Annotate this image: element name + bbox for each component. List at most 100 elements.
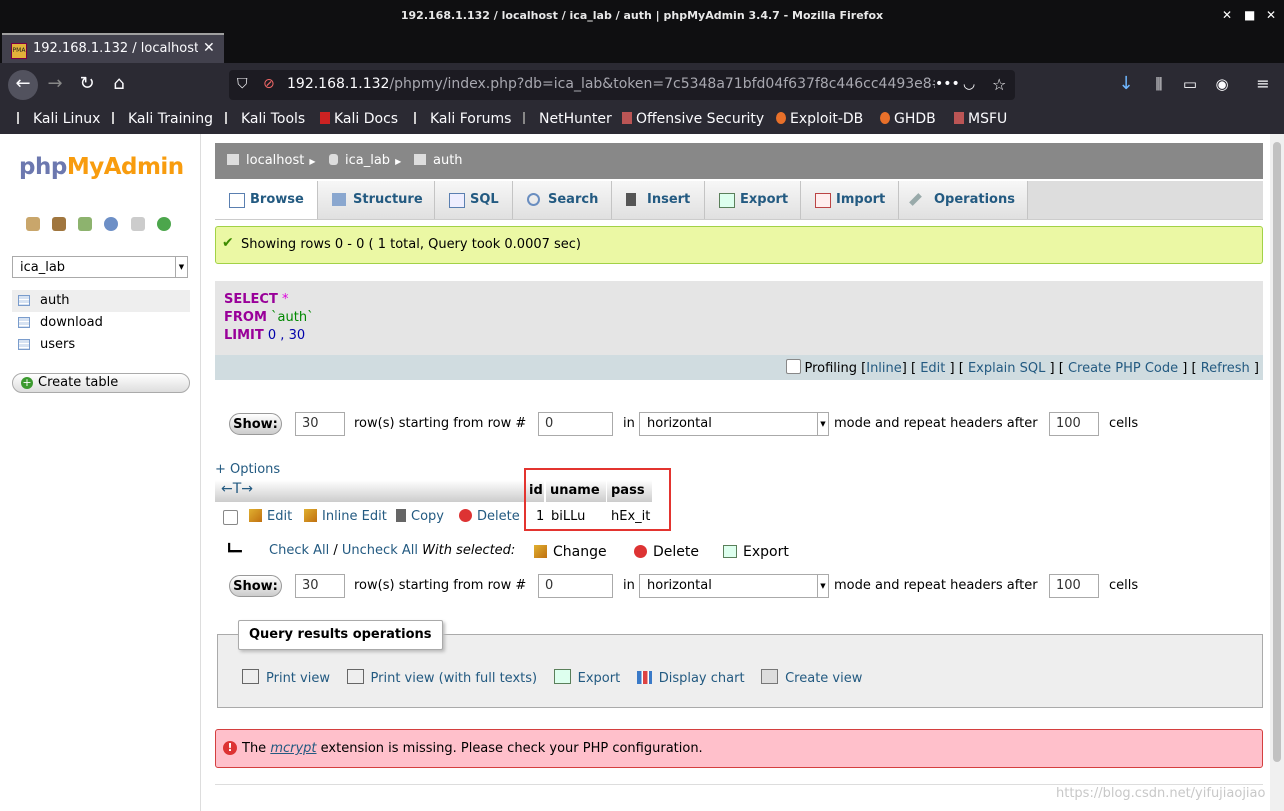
phpmyadmin-logo[interactable]: phpMyAdmin [19, 154, 184, 180]
show-button[interactable]: Show: [229, 575, 282, 597]
home-button[interactable]: ⌂ [104, 70, 134, 100]
account-icon[interactable]: ◉ [1207, 70, 1237, 100]
view-icon [761, 669, 779, 684]
explain-sql-link[interactable]: Explain SQL [968, 361, 1045, 376]
bookmark-kali-forums[interactable]: Kali Forums [414, 111, 511, 127]
show-button[interactable]: Show: [229, 413, 282, 435]
bookmark-star-icon[interactable]: ☆ [992, 75, 1006, 94]
menu-icon[interactable]: ≡ [1248, 70, 1278, 100]
print-view-link[interactable]: Print view [242, 669, 330, 686]
home-icon[interactable] [26, 217, 40, 231]
mcrypt-link[interactable]: mcrypt [270, 741, 316, 756]
bookmark-nethunter[interactable]: NetHunter [523, 111, 612, 127]
maximize-button[interactable]: ■ [1244, 8, 1255, 22]
bookmark-ghdb[interactable]: GHDB [880, 111, 936, 127]
page-actions-icon[interactable]: ••• [935, 76, 960, 92]
rows-input[interactable]: 30 [295, 412, 345, 436]
tab-export[interactable]: Export [705, 181, 801, 219]
table-list: auth download users [12, 290, 190, 356]
create-table-button[interactable]: + Create table [12, 373, 190, 393]
query-window-icon[interactable] [78, 217, 93, 231]
library-icon[interactable]: ⫼ [1144, 70, 1174, 100]
database-select[interactable]: ica_lab ▼ [12, 256, 188, 278]
bookmark-kali-docs[interactable]: Kali Docs [320, 111, 398, 127]
tab-search[interactable]: Search [513, 181, 612, 219]
table-item-download[interactable]: download [12, 312, 190, 334]
offsec-icon [622, 112, 632, 124]
scrollbar-thumb[interactable] [1273, 142, 1281, 762]
back-button[interactable]: ← [8, 70, 38, 100]
bookmark-offensive-security[interactable]: Offensive Security [622, 111, 764, 127]
close-window-button[interactable]: ✕ [1266, 8, 1276, 22]
tab-close-icon[interactable]: ✕ [203, 40, 215, 56]
logout-icon[interactable] [52, 217, 67, 231]
sidebar-toggle-icon[interactable]: ▭ [1175, 70, 1205, 100]
inline-edit-link[interactable]: Inline Edit [304, 509, 387, 524]
breadcrumb-database[interactable]: ica_lab ▶ [329, 153, 401, 168]
browser-tab[interactable]: PMA 192.168.1.132 / localhost ✕ [2, 33, 224, 63]
display-chart-link[interactable]: Display chart [636, 671, 745, 686]
display-mode-select[interactable]: horizontal ▼ [639, 412, 829, 436]
table-icon [18, 317, 30, 328]
reload-button[interactable]: ↻ [72, 70, 102, 100]
breadcrumb-table[interactable]: auth [414, 153, 463, 168]
url-text[interactable]: 192.168.1.132/phpmy/index.php?db=ica_lab… [287, 76, 935, 92]
reload-nav-icon[interactable] [156, 217, 171, 231]
table-item-auth[interactable]: auth [12, 290, 190, 312]
table-icon [18, 339, 30, 350]
check-all-link[interactable]: Check All [269, 543, 329, 558]
downloads-icon[interactable]: ↓ [1111, 70, 1141, 100]
copy-link[interactable]: Copy [396, 509, 444, 524]
sql-query-box: SELECT * FROM `auth` LIMIT 0 , 30 Profil… [215, 281, 1263, 380]
chevron-down-icon: ▼ [175, 257, 187, 277]
tab-import[interactable]: Import [801, 181, 899, 219]
bookmark-msfu[interactable]: MSFU [954, 111, 1007, 127]
url-bar[interactable]: ⛉ ⊘ 192.168.1.132/phpmy/index.php?db=ica… [229, 70, 1015, 100]
edit-link[interactable]: Edit [249, 509, 292, 524]
start-row-input[interactable]: 0 [538, 574, 613, 598]
bookmark-exploit-db[interactable]: Exploit-DB [776, 111, 863, 127]
export-icon [723, 545, 737, 558]
forward-button[interactable]: → [40, 70, 70, 100]
bookmark-kali-tools[interactable]: Kali Tools [225, 111, 305, 127]
bookmark-kali-training[interactable]: Kali Training [112, 111, 213, 127]
column-arrows[interactable]: ←T→ [221, 481, 253, 497]
page-scrollbar[interactable] [1270, 134, 1284, 811]
row-checkbox[interactable] [223, 510, 238, 525]
tab-structure[interactable]: Structure [318, 181, 435, 219]
docs-icon[interactable] [104, 217, 119, 231]
minimize-button[interactable]: ✕ [1222, 8, 1232, 22]
pocket-icon[interactable]: ◡ [963, 76, 975, 92]
start-row-input[interactable]: 0 [538, 412, 613, 436]
page-content: phpMyAdmin ica_lab ▼ auth download users… [0, 134, 1284, 811]
inline-link[interactable]: Inline [866, 361, 902, 376]
export-selected-button[interactable]: Export [723, 544, 789, 560]
delete-selected-button[interactable]: Delete [634, 544, 699, 560]
breadcrumb-server[interactable]: localhost ▶ [227, 153, 316, 168]
bookmark-kali-linux[interactable]: Kali Linux [17, 111, 100, 127]
options-link[interactable]: + Options [215, 462, 280, 477]
tab-operations[interactable]: Operations [899, 181, 1028, 219]
refresh-link[interactable]: Refresh [1201, 361, 1250, 376]
insecure-lock-icon[interactable]: ⊘ [263, 76, 275, 92]
change-button[interactable]: Change [534, 544, 607, 560]
repeat-headers-input[interactable]: 100 [1049, 412, 1099, 436]
create-view-link[interactable]: Create view [761, 669, 862, 686]
edit-sql-link[interactable]: Edit [920, 361, 945, 376]
ghdb-icon [880, 112, 890, 124]
tab-browse[interactable]: Browse [215, 181, 318, 219]
sql-docs-icon[interactable] [130, 217, 145, 231]
display-mode-select[interactable]: horizontal ▼ [639, 574, 829, 598]
site-info-icon[interactable]: ⛉ [237, 76, 248, 92]
repeat-headers-input[interactable]: 100 [1049, 574, 1099, 598]
export-results-link[interactable]: Export [553, 669, 620, 686]
table-item-users[interactable]: users [12, 334, 190, 356]
profiling-checkbox[interactable] [786, 359, 802, 374]
delete-link[interactable]: Delete [459, 509, 520, 524]
rows-input[interactable]: 30 [295, 574, 345, 598]
tab-insert[interactable]: Insert [612, 181, 705, 219]
tab-sql[interactable]: SQL [435, 181, 513, 219]
uncheck-all-link[interactable]: Uncheck All [342, 543, 418, 558]
create-php-code-link[interactable]: Create PHP Code [1068, 361, 1178, 376]
print-full-link[interactable]: Print view (with full texts) [346, 669, 537, 686]
